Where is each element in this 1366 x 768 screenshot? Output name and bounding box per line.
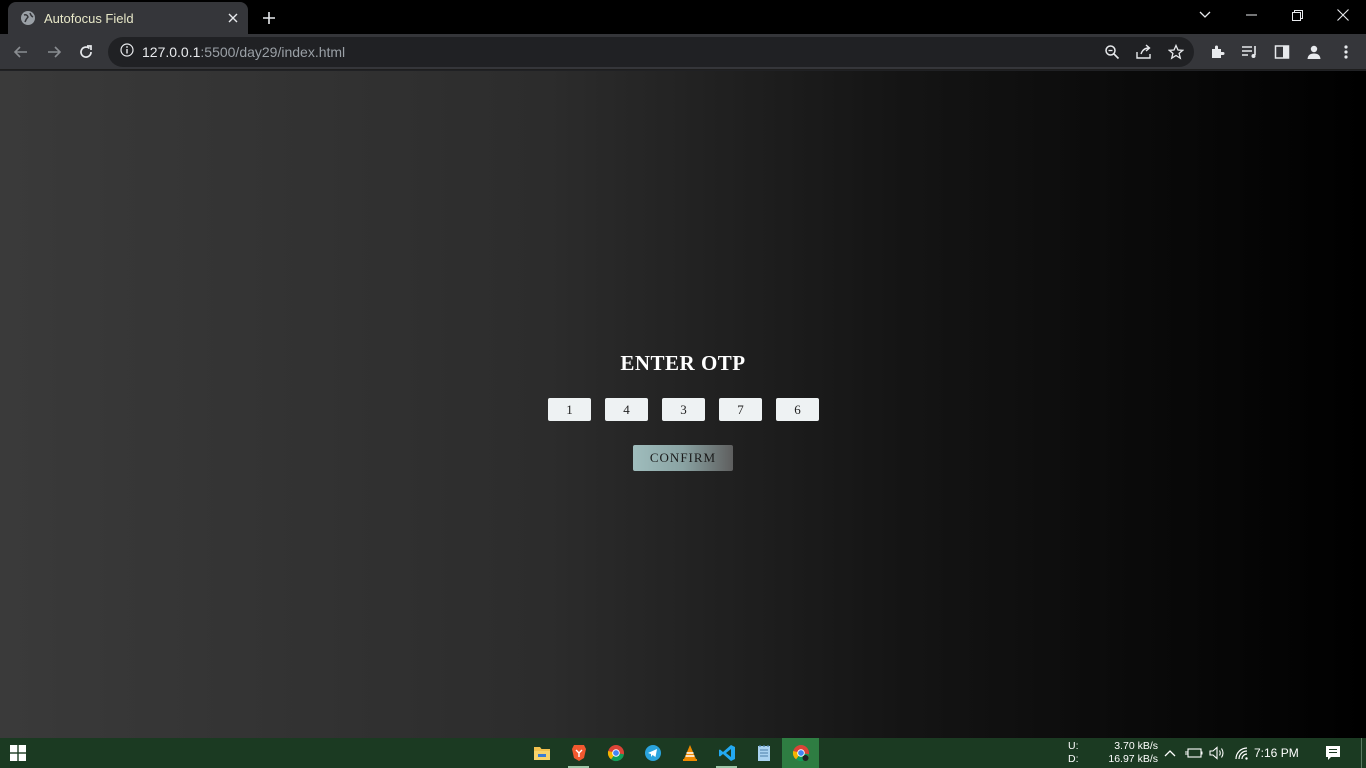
action-center-icon[interactable] <box>1318 738 1348 768</box>
url-path: :5500/day29/index.html <box>200 44 346 60</box>
extension-area <box>1202 38 1362 66</box>
browser-toolbar: 127.0.0.1:5500/day29/index.html <box>0 34 1366 70</box>
bookmark-star-icon[interactable] <box>1166 42 1186 62</box>
chrome-active-icon[interactable] <box>782 738 819 768</box>
media-playlist-icon[interactable] <box>1234 38 1266 66</box>
chevron-up-icon[interactable] <box>1158 738 1182 768</box>
page-viewport: ENTER OTP CONFIRM <box>0 71 1366 738</box>
reload-icon[interactable] <box>72 38 100 66</box>
file-explorer-icon[interactable] <box>523 738 560 768</box>
chrome-icon[interactable] <box>597 738 634 768</box>
window-controls <box>1182 0 1366 32</box>
close-tab-icon[interactable] <box>224 9 242 27</box>
network-speed-meter: U: 3.70 kB/s D: 16.97 kB/s <box>1068 740 1158 766</box>
show-desktop-button[interactable] <box>1361 738 1366 768</box>
share-icon[interactable] <box>1134 42 1154 62</box>
new-tab-button[interactable] <box>258 7 280 29</box>
brave-icon[interactable] <box>560 738 597 768</box>
download-speed: 16.97 kB/s <box>1108 753 1158 765</box>
confirm-button[interactable]: CONFIRM <box>633 445 733 471</box>
tab-search-icon[interactable] <box>1182 0 1228 30</box>
back-arrow-icon[interactable] <box>7 38 35 66</box>
pinned-apps <box>523 738 819 768</box>
vscode-icon[interactable] <box>708 738 745 768</box>
tab-title: Autofocus Field <box>44 10 134 26</box>
site-info-icon[interactable] <box>120 42 134 62</box>
side-panel-icon[interactable] <box>1266 38 1298 66</box>
telegram-icon[interactable] <box>634 738 671 768</box>
upload-label: U: <box>1068 740 1079 752</box>
windows-start-icon[interactable] <box>0 738 36 768</box>
wifi-icon[interactable] <box>1230 738 1254 768</box>
globe-icon <box>20 10 36 26</box>
otp-digit-4[interactable] <box>719 398 762 421</box>
url-text: 127.0.0.1:5500/day29/index.html <box>142 44 345 60</box>
restore-icon[interactable] <box>1274 0 1320 30</box>
otp-digit-3[interactable] <box>662 398 705 421</box>
download-label: D: <box>1068 753 1079 765</box>
otp-digit-2[interactable] <box>605 398 648 421</box>
url-host: 127.0.0.1 <box>142 44 201 60</box>
browser-menu-icon[interactable] <box>1330 38 1362 66</box>
forward-arrow-icon[interactable] <box>40 38 68 66</box>
otp-input-row <box>548 398 819 421</box>
browser-tab[interactable]: Autofocus Field <box>8 2 248 34</box>
otp-digit-1[interactable] <box>548 398 591 421</box>
upload-speed: 3.70 kB/s <box>1114 740 1158 752</box>
windows-taskbar: U: 3.70 kB/s D: 16.97 kB/s 7:16 PM <box>0 738 1366 768</box>
minimize-icon[interactable] <box>1228 0 1274 30</box>
taskbar-clock[interactable]: 7:16 PM <box>1254 746 1299 760</box>
address-bar[interactable]: 127.0.0.1:5500/day29/index.html <box>108 37 1194 67</box>
extensions-puzzle-icon[interactable] <box>1202 38 1234 66</box>
browser-tabstrip: Autofocus Field <box>0 0 1366 34</box>
otp-heading: ENTER OTP <box>620 351 746 375</box>
vlc-icon[interactable] <box>671 738 708 768</box>
close-window-icon[interactable] <box>1320 0 1366 30</box>
volume-icon[interactable] <box>1206 738 1230 768</box>
otp-digit-5[interactable] <box>776 398 819 421</box>
zoom-icon[interactable] <box>1102 42 1122 62</box>
notepad-icon[interactable] <box>745 738 782 768</box>
battery-plug-icon[interactable] <box>1182 738 1206 768</box>
system-tray <box>1158 738 1254 768</box>
profile-icon[interactable] <box>1298 38 1330 66</box>
